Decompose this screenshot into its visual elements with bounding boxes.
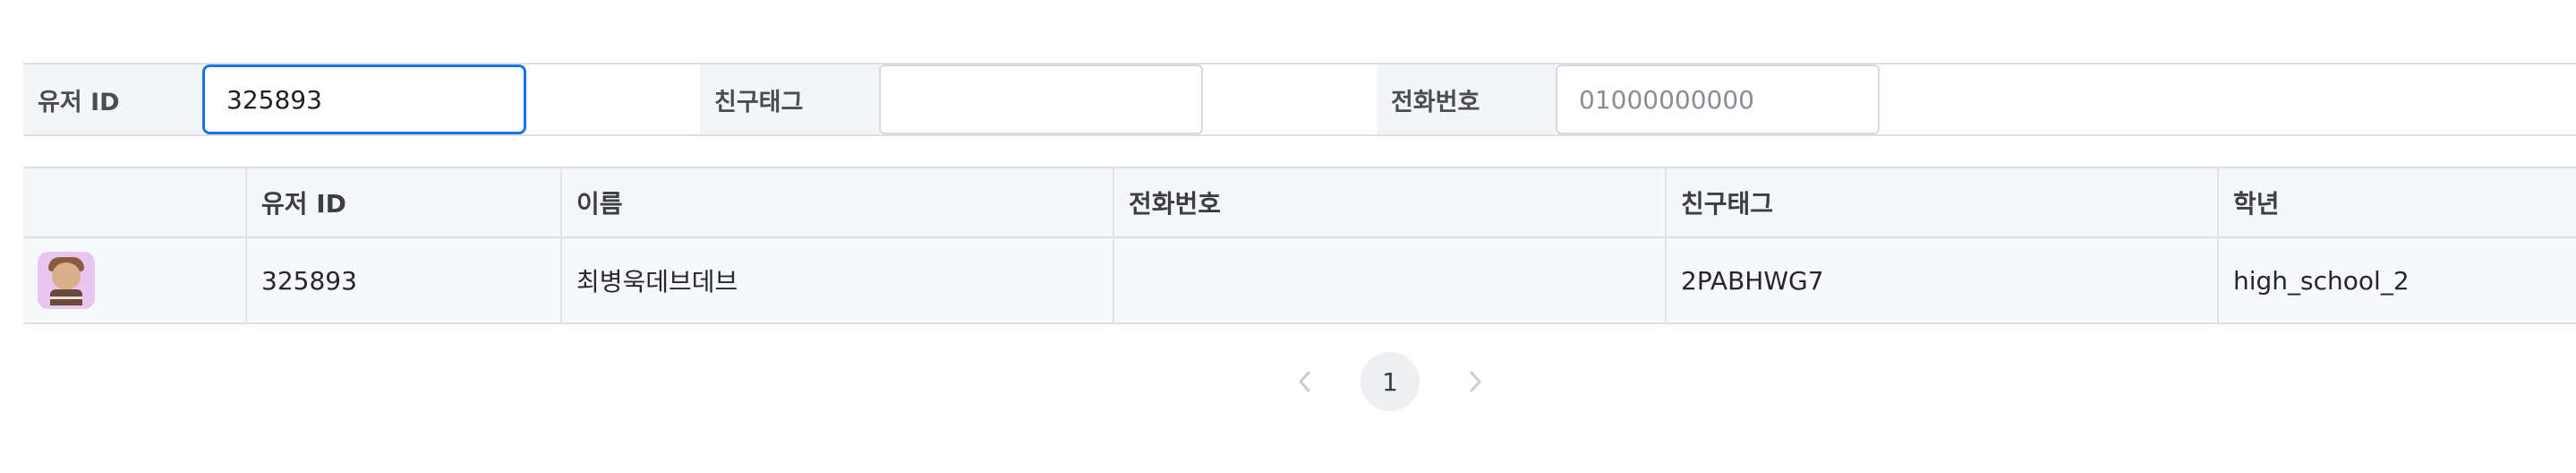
column-header-friend-tag[interactable]: 친구태그 (1665, 168, 2218, 237)
cell-user-id: 325893 (245, 237, 561, 323)
users-table-container: 유저 ID 이름 전화번호 친구태그 학년 325893 최병욱데브데브 2PA… (23, 167, 2576, 324)
column-header-grade[interactable]: 학년 (2217, 168, 2576, 237)
cell-grade: high_school_2 (2217, 237, 2576, 323)
search-filter-bar: 유저 ID 친구태그 전화번호 (23, 63, 2576, 136)
filter-user-id-label: 유저 ID (23, 64, 202, 134)
user-avatar (38, 252, 95, 309)
filter-friend-tag-label: 친구태그 (700, 64, 879, 134)
user-search-page: 유저 ID 친구태그 전화번호 (0, 0, 2576, 473)
column-header-user-id[interactable]: 유저 ID (245, 168, 561, 237)
column-header-avatar (23, 168, 246, 237)
page-number-current[interactable]: 1 (1361, 352, 1420, 411)
table-row[interactable]: 325893 최병욱데브데브 2PABHWG7 high_school_2 (23, 237, 2576, 323)
cell-name: 최병욱데브데브 (560, 237, 1113, 323)
chevron-right-icon[interactable] (1457, 364, 1493, 400)
column-header-name[interactable]: 이름 (560, 168, 1113, 237)
filter-friend-tag: 친구태그 (700, 64, 1203, 134)
pagination: 1 (1287, 352, 1493, 411)
filter-user-id: 유저 ID (23, 64, 526, 134)
column-header-phone[interactable]: 전화번호 (1113, 168, 1666, 237)
cell-friend-tag: 2PABHWG7 (1665, 237, 2218, 323)
friend-tag-input[interactable] (879, 64, 1203, 134)
table-header-row: 유저 ID 이름 전화번호 친구태그 학년 (23, 168, 2576, 237)
chevron-left-icon[interactable] (1287, 364, 1323, 400)
phone-input[interactable] (1556, 64, 1880, 134)
user-id-input[interactable] (202, 64, 526, 134)
filter-phone: 전화번호 (1377, 64, 1880, 134)
filter-phone-label: 전화번호 (1377, 64, 1556, 134)
users-table: 유저 ID 이름 전화번호 친구태그 학년 325893 최병욱데브데브 2PA… (23, 167, 2576, 324)
cell-phone (1113, 237, 1666, 323)
cell-avatar (23, 237, 246, 323)
